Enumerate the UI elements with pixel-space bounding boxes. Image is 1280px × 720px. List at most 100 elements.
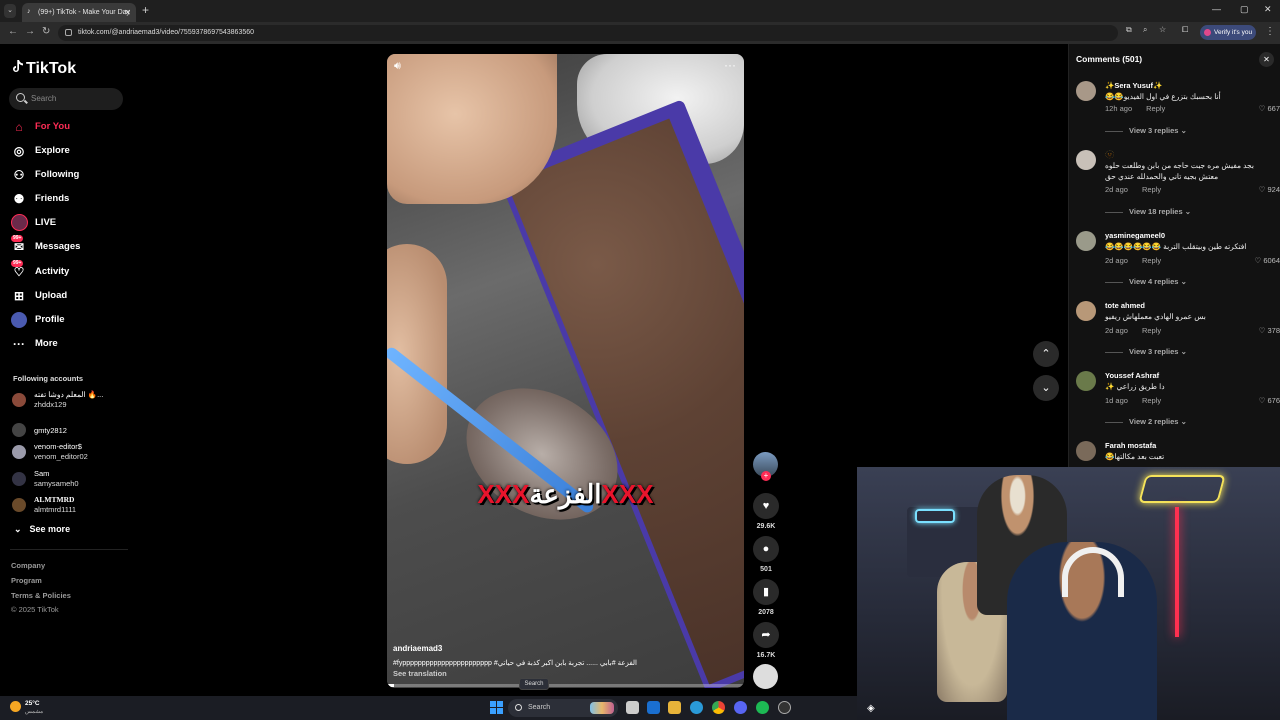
- nav-explore[interactable]: ◎ Explore: [11, 141, 131, 161]
- verify-label: Verify it's you: [1214, 29, 1253, 36]
- next-video-button[interactable]: ⌄: [1033, 375, 1059, 401]
- chevron-up-icon: ⌃: [1041, 348, 1051, 360]
- view-replies-button[interactable]: View 3 replies ⌄: [1105, 126, 1187, 135]
- nav-following[interactable]: ⚇ Following: [11, 165, 131, 185]
- view-replies-label: View 18 replies: [1129, 207, 1183, 216]
- comment-user[interactable]: yasminegameel0: [1105, 231, 1165, 240]
- following-account[interactable]: venom-editor$ venom_editor02: [10, 441, 130, 465]
- following-account[interactable]: gmty2812: [10, 419, 130, 443]
- creator-avatar[interactable]: +: [753, 452, 778, 481]
- search-input[interactable]: Search: [9, 88, 123, 110]
- comment-like-button[interactable]: ♡ 6064: [1255, 256, 1280, 265]
- avatar[interactable]: [1076, 441, 1096, 461]
- comment-like-button[interactable]: ♡ 676: [1259, 396, 1280, 405]
- reload-icon[interactable]: ↻: [42, 26, 50, 37]
- minimize-icon[interactable]: —: [1212, 4, 1221, 14]
- maximize-icon[interactable]: ▢: [1240, 4, 1249, 15]
- back-icon[interactable]: ←: [8, 26, 18, 37]
- comment-like-button[interactable]: ♡ 924: [1259, 185, 1280, 194]
- comment-like-button[interactable]: ♡ 667: [1259, 104, 1280, 113]
- nav-for-you[interactable]: ⌂ For You: [11, 117, 131, 137]
- music-disc-icon[interactable]: [753, 664, 778, 689]
- share-button[interactable]: ➦ 16.7K: [752, 622, 780, 659]
- tab-list-button[interactable]: ⌄: [4, 4, 16, 18]
- nav-live[interactable]: LIVE: [11, 213, 131, 233]
- file-explorer-icon[interactable]: [668, 701, 681, 714]
- obs-icon[interactable]: [778, 701, 791, 714]
- browser-menu-icon[interactable]: ⋮: [1265, 26, 1275, 37]
- nav-friends[interactable]: ⚉ Friends: [11, 189, 131, 209]
- nav-activity[interactable]: ♡ 99+ Activity: [11, 260, 131, 282]
- footer-program[interactable]: Program: [11, 576, 42, 585]
- see-more-button[interactable]: ⌄ See more: [14, 524, 70, 535]
- reply-button[interactable]: Reply: [1146, 104, 1165, 113]
- tiktok-logo[interactable]: TikTok: [12, 59, 76, 78]
- taskbar-search[interactable]: Search: [508, 699, 618, 717]
- nav-label: For You: [35, 121, 71, 132]
- site-info-icon[interactable]: [65, 29, 72, 36]
- extensions-icon[interactable]: ⧠: [1182, 25, 1188, 35]
- reply-button[interactable]: Reply: [1142, 396, 1161, 405]
- reply-button[interactable]: Reply: [1142, 256, 1161, 265]
- close-comments-icon[interactable]: ✕: [1259, 52, 1274, 67]
- following-account[interactable]: Sam samysameh0: [10, 468, 130, 492]
- comment-user[interactable]: ✨Sera Yusuf✨: [1105, 81, 1162, 90]
- view-replies-button[interactable]: View 3 replies ⌄: [1105, 347, 1187, 356]
- following-account[interactable]: المعلم دوشا تفته 🔥... zhddx129: [10, 389, 130, 413]
- new-tab-button[interactable]: +: [142, 3, 149, 17]
- install-icon[interactable]: ⧉: [1126, 25, 1132, 35]
- windows-start-icon[interactable]: [490, 701, 503, 714]
- reply-button[interactable]: Reply: [1142, 326, 1161, 335]
- discord-icon[interactable]: [734, 701, 747, 714]
- task-view-icon[interactable]: [626, 701, 639, 714]
- bookmark-star-icon[interactable]: ☆: [1159, 25, 1166, 34]
- previous-video-button[interactable]: ⌃: [1033, 341, 1059, 367]
- outlook-icon[interactable]: [647, 701, 660, 714]
- save-button[interactable]: ▮ 2078: [752, 579, 780, 616]
- nav-more[interactable]: ··· More: [11, 334, 131, 354]
- video-progress-bar[interactable]: [387, 684, 744, 687]
- spotify-icon[interactable]: [756, 701, 769, 714]
- messages-badge: 99+: [11, 235, 24, 242]
- browser-tab[interactable]: ♪ (99+) TikTok - Make Your Day ✕: [22, 3, 136, 22]
- view-replies-button[interactable]: View 4 replies ⌄: [1105, 277, 1187, 286]
- close-tab-icon[interactable]: ✕: [124, 3, 131, 22]
- verify-button[interactable]: Verify it's you: [1200, 25, 1256, 40]
- forward-icon[interactable]: →: [25, 26, 35, 37]
- comment-like-button[interactable]: ♡ 378: [1259, 326, 1280, 335]
- like-button[interactable]: ♥ 29.6K: [752, 493, 780, 530]
- comment-user[interactable]: Farah mostafa: [1105, 441, 1156, 450]
- sun-icon: [10, 701, 21, 712]
- close-window-icon[interactable]: ✕: [1264, 4, 1272, 15]
- nav-messages[interactable]: ✉ 99+ Messages: [11, 235, 131, 257]
- following-account[interactable]: ALMTMRD almtmrd1111: [10, 494, 130, 518]
- comment-user[interactable]: Youssef Ashraf: [1105, 371, 1159, 380]
- video-more-icon[interactable]: ···: [724, 58, 736, 72]
- footer-terms[interactable]: Terms & Policies: [11, 591, 71, 600]
- follow-plus-icon[interactable]: +: [761, 471, 771, 481]
- url-field[interactable]: tiktok.com/@andriaemad3/video/7559378697…: [58, 25, 1118, 41]
- reply-button[interactable]: Reply: [1142, 185, 1161, 194]
- avatar[interactable]: [1076, 301, 1096, 321]
- zoom-icon[interactable]: ⌕: [1143, 25, 1147, 35]
- footer-company[interactable]: Company: [11, 561, 45, 570]
- comment-time: 2d ago: [1105, 326, 1128, 335]
- comment-user[interactable]: tote ahmed: [1105, 301, 1145, 310]
- video-player[interactable]: XXXالفزعةXXX 🔊︎ ··· andriaemad3 #fyppppp…: [387, 54, 744, 688]
- view-replies-button[interactable]: View 2 replies ⌄: [1105, 417, 1187, 426]
- view-replies-button[interactable]: View 18 replies ⌄: [1105, 207, 1191, 216]
- nav-upload[interactable]: ⊞ Upload: [11, 286, 131, 306]
- edge-icon[interactable]: [690, 701, 703, 714]
- nav-profile[interactable]: Profile: [11, 310, 131, 330]
- comment-user[interactable]: 🫥: [1105, 150, 1114, 159]
- volume-icon[interactable]: 🔊︎: [394, 60, 401, 73]
- avatar[interactable]: [1076, 231, 1096, 251]
- avatar[interactable]: [1076, 371, 1096, 391]
- video-author[interactable]: andriaemad3: [393, 644, 442, 653]
- avatar[interactable]: [1076, 81, 1096, 101]
- see-translation-link[interactable]: See translation: [393, 669, 447, 678]
- view-replies-label: View 2 replies: [1129, 417, 1179, 426]
- comment-button[interactable]: ● 501: [752, 536, 780, 573]
- avatar[interactable]: [1076, 150, 1096, 170]
- chrome-icon[interactable]: [712, 701, 725, 714]
